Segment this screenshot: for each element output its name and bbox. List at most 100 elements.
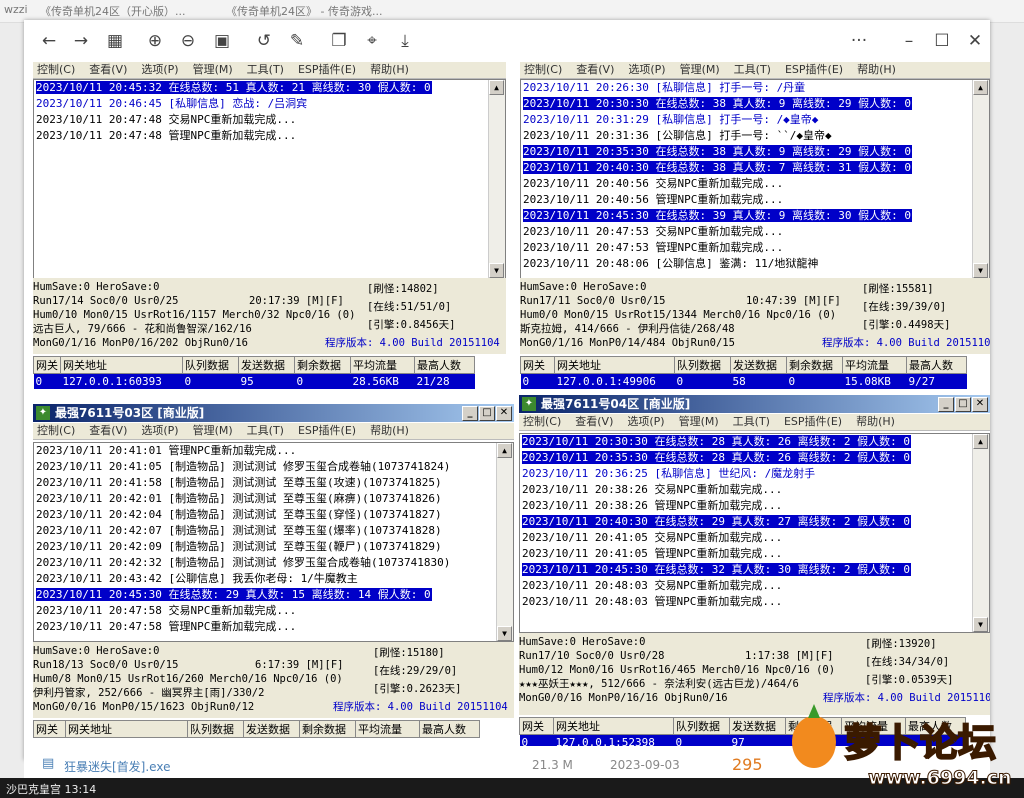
log-line: 2023/10/11 20:47:48 交易NPC重新加载完成... <box>36 113 297 126</box>
log-scrollbar[interactable]: ▲ ▼ <box>488 80 505 278</box>
log-line: 2023/10/11 20:48:06 [公聊信息] 鉴满: 11/地狱龍神 <box>523 257 819 270</box>
table-header-row: 网关网关地址队列数据发送数据剩余数据平均流量最高人数 <box>33 356 475 374</box>
menu-options[interactable]: 选项(P) <box>627 415 664 428</box>
close-icon[interactable]: ✕ <box>964 30 986 52</box>
file-name-link[interactable]: 狂暴迷失[首发].exe <box>64 758 170 775</box>
menu-control[interactable]: 控制(C) <box>524 63 562 76</box>
log-area[interactable]: 2023/10/11 20:26:30 [私聊信息] 打手一号: /丹童 202… <box>520 79 990 279</box>
menu-tools[interactable]: 工具(T) <box>733 415 770 428</box>
menu-help[interactable]: 帮助(H) <box>370 63 409 76</box>
table-row[interactable]: 0 127.0.0.1:49906 0 58 0 15.08KB 9/27 <box>520 373 967 389</box>
scroll-up-icon[interactable]: ▲ <box>497 443 512 458</box>
tab-title-b[interactable]: 《传奇单机24区》 - 传奇游戏... <box>226 3 382 19</box>
status-engine: [引擎:0.4498天] <box>862 319 951 331</box>
maximize-icon[interactable]: ☐ <box>931 30 953 52</box>
menu-view[interactable]: 查看(V) <box>575 415 613 428</box>
log-line: 2023/10/11 20:40:56 交易NPC重新加载完成... <box>523 177 784 190</box>
menu-control[interactable]: 控制(C) <box>37 63 75 76</box>
zoom-in-icon[interactable]: ⊕ <box>144 30 166 52</box>
more-icon[interactable]: ··· <box>848 30 870 52</box>
zoom-out-icon[interactable]: ⊖ <box>177 30 199 52</box>
log-area[interactable]: 2023/10/11 20:41:01 管理NPC重新加载完成... 2023/… <box>33 442 514 642</box>
status-line: 斯克拉姆, 414/666 - 伊利丹信徒/268/48 <box>520 323 735 335</box>
back-arrow-icon[interactable]: ← <box>38 30 60 52</box>
scroll-down-icon[interactable]: ▼ <box>489 263 504 278</box>
status-online: [在线:51/51/0] <box>367 301 452 313</box>
menu-help[interactable]: 帮助(H) <box>370 424 409 437</box>
log-line: 2023/10/11 20:41:01 管理NPC重新加载完成... <box>36 444 297 457</box>
scroll-down-icon[interactable]: ▼ <box>497 626 512 641</box>
menu-options[interactable]: 选项(P) <box>141 424 178 437</box>
download-icon[interactable]: ⤓ <box>394 30 416 52</box>
log-scrollbar[interactable]: ▲ ▼ <box>972 434 989 632</box>
status-refresh: [刷怪:13920] <box>865 638 937 650</box>
scroll-up-icon[interactable]: ▲ <box>489 80 504 95</box>
log-scrollbar[interactable]: ▲ ▼ <box>972 80 989 278</box>
menu-manage[interactable]: 管理(M) <box>679 415 719 428</box>
menu-view[interactable]: 查看(V) <box>576 63 614 76</box>
menu-esp[interactable]: ESP插件(E) <box>784 415 842 428</box>
close-icon[interactable]: ✕ <box>972 397 988 412</box>
menu-manage[interactable]: 管理(M) <box>193 63 233 76</box>
menu-esp[interactable]: ESP插件(E) <box>298 63 356 76</box>
minimize-icon[interactable]: – <box>898 30 920 52</box>
log-scrollbar[interactable]: ▲ ▼ <box>496 443 513 641</box>
window-title-bar[interactable]: ✦ 最强7611号04区 [商业版] _ □ ✕ <box>519 395 990 413</box>
menu-help[interactable]: 帮助(H) <box>857 63 896 76</box>
status-engine: [引擎:0.8456天] <box>367 319 456 331</box>
scroll-down-icon[interactable]: ▼ <box>973 263 988 278</box>
log-line: 2023/10/11 20:48:03 交易NPC重新加载完成... <box>522 579 783 592</box>
close-icon[interactable]: ✕ <box>496 406 512 421</box>
status-line: Run17/10 Soc0/0 Usr0/28 <box>519 650 665 662</box>
scroll-up-icon[interactable]: ▲ <box>973 80 988 95</box>
rotate-icon[interactable]: ↺ <box>253 30 275 52</box>
maximize-icon[interactable]: □ <box>955 397 971 412</box>
menu-bar: 控制(C) 查看(V) 选项(P) 管理(M) 工具(T) ESP插件(E) 帮助(H) <box>33 62 506 79</box>
log-area[interactable]: 2023/10/11 20:30:30 在线总数: 28 真人数: 26 离线数… <box>519 433 990 633</box>
table-row[interactable]: 0 127.0.0.1:60393 0 95 0 28.56KB 21/28 <box>33 373 475 389</box>
crop-icon[interactable]: ⌖ <box>361 30 383 52</box>
minimize-icon[interactable]: _ <box>938 397 954 412</box>
status-line: HumSave:0 HeroSave:0 <box>33 645 160 657</box>
log-line: 2023/10/11 20:47:53 管理NPC重新加载完成... <box>523 241 784 254</box>
file-icon: ▤ <box>42 756 55 771</box>
fit-icon[interactable]: ▣ <box>211 30 233 52</box>
menu-tools[interactable]: 工具(T) <box>247 424 284 437</box>
menu-esp[interactable]: ESP插件(E) <box>785 63 843 76</box>
menu-help[interactable]: 帮助(H) <box>856 415 895 428</box>
menu-options[interactable]: 选项(P) <box>628 63 665 76</box>
app-icon: ✦ <box>36 406 50 420</box>
forward-arrow-icon[interactable]: → <box>70 30 92 52</box>
log-line: 2023/10/11 20:40:30 在线总数: 38 真人数: 7 离线数:… <box>523 161 913 174</box>
log-line: 2023/10/11 20:41:05 交易NPC重新加载完成... <box>522 531 783 544</box>
menu-tools[interactable]: 工具(T) <box>734 63 771 76</box>
scroll-down-icon[interactable]: ▼ <box>973 617 988 632</box>
menu-control[interactable]: 控制(C) <box>523 415 561 428</box>
edit-icon[interactable]: ✎ <box>286 30 308 52</box>
tab-title-a[interactable]: 《传奇单机24区（开心版）... <box>40 3 186 19</box>
menu-tools[interactable]: 工具(T) <box>247 63 284 76</box>
status-line: MonG0/1/16 MonP0/16/202 ObjRun0/16 <box>33 337 248 349</box>
menu-options[interactable]: 选项(P) <box>141 63 178 76</box>
menu-view[interactable]: 查看(V) <box>89 424 127 437</box>
maximize-icon[interactable]: □ <box>479 406 495 421</box>
menu-esp[interactable]: ESP插件(E) <box>298 424 356 437</box>
log-line: 2023/10/11 20:35:30 在线总数: 38 真人数: 9 离线数:… <box>523 145 913 158</box>
tab-fragment: wzzi <box>4 3 28 16</box>
status-online: [在线:29/29/0] <box>373 665 458 677</box>
status-refresh: [刷怪:15180] <box>373 647 445 659</box>
menu-manage[interactable]: 管理(M) <box>193 424 233 437</box>
window-title-bar[interactable]: ✦ 最强7611号03区 [商业版] _ □ ✕ <box>33 404 514 422</box>
status-online: [在线:34/34/0] <box>865 656 950 668</box>
menu-control[interactable]: 控制(C) <box>37 424 75 437</box>
minimize-icon[interactable]: _ <box>462 406 478 421</box>
log-area[interactable]: 2023/10/11 20:45:32 在线总数: 51 真人数: 21 离线数… <box>33 79 506 279</box>
status-area: HumSave:0 HeroSave:0 Run17/14 Soc0/0 Usr… <box>33 278 506 354</box>
scroll-up-icon[interactable]: ▲ <box>973 434 988 449</box>
menu-view[interactable]: 查看(V) <box>89 63 127 76</box>
menu-manage[interactable]: 管理(M) <box>680 63 720 76</box>
copy-icon[interactable]: ❐ <box>328 30 350 52</box>
status-line: HumSave:0 HeroSave:0 <box>519 636 646 648</box>
server-panel-3: ✦ 最强7611号03区 [商业版] _ □ ✕ 控制(C) 查看(V) 选项(P) 管理… <box>33 404 514 746</box>
grid-icon[interactable]: ▦ <box>104 30 126 52</box>
